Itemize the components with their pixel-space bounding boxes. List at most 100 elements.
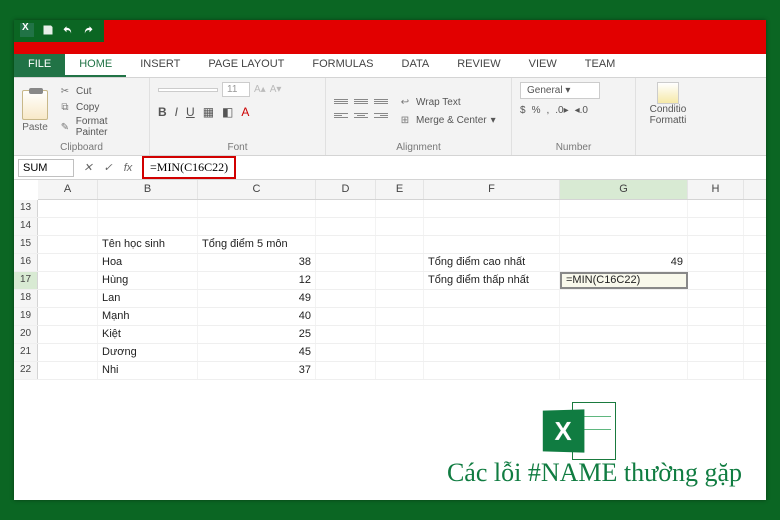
qat-save[interactable] (42, 24, 54, 36)
tab-file[interactable]: FILE (14, 54, 65, 77)
bold-button[interactable]: B (158, 105, 167, 119)
cut-button[interactable]: ✂Cut (58, 84, 141, 98)
cell-D21[interactable] (316, 344, 376, 361)
row-header[interactable]: 15 (14, 236, 38, 253)
cell-B14[interactable] (98, 218, 198, 235)
cell-B22[interactable]: Nhi (98, 362, 198, 379)
conditional-formatting-button[interactable]: Conditio Formatti (644, 82, 692, 126)
name-box[interactable] (18, 159, 74, 177)
cell-H17[interactable] (688, 272, 744, 289)
col-header-c[interactable]: C (198, 180, 316, 199)
row-header[interactable]: 19 (14, 308, 38, 325)
col-header-g[interactable]: G (560, 180, 688, 199)
accept-formula-icon[interactable]: ✓ (98, 161, 118, 174)
percent-button[interactable]: % (532, 105, 541, 116)
formula-input[interactable]: =MIN(C16C22) (150, 160, 228, 174)
cell-D19[interactable] (316, 308, 376, 325)
underline-button[interactable]: U (186, 105, 195, 119)
format-painter-button[interactable]: ✎Format Painter (58, 116, 141, 138)
cell-E14[interactable] (376, 218, 424, 235)
cell-E17[interactable] (376, 272, 424, 289)
font-family-select[interactable] (158, 88, 218, 92)
cell-E20[interactable] (376, 326, 424, 343)
cell-B18[interactable]: Lan (98, 290, 198, 307)
merge-center-button[interactable]: ⊞Merge & Center ▾ (398, 113, 496, 127)
cell-G21[interactable] (560, 344, 688, 361)
cell-F20[interactable] (424, 326, 560, 343)
fx-icon[interactable]: fx (118, 162, 138, 174)
cell-D20[interactable] (316, 326, 376, 343)
col-header-f[interactable]: F (424, 180, 560, 199)
cell-C21[interactable]: 45 (198, 344, 316, 361)
cell-A13[interactable] (38, 200, 98, 217)
cell-E19[interactable] (376, 308, 424, 325)
cell-B13[interactable] (98, 200, 198, 217)
font-size-select[interactable]: 11 (222, 82, 250, 97)
tab-home[interactable]: HOME (65, 54, 126, 77)
cell-E18[interactable] (376, 290, 424, 307)
align-center-icon[interactable] (354, 113, 368, 123)
cell-A15[interactable] (38, 236, 98, 253)
cell-A17[interactable] (38, 272, 98, 289)
cell-B19[interactable]: Mạnh (98, 308, 198, 325)
worksheet[interactable]: A B C D E F G H 131415Tên học sinhTổng đ… (14, 180, 766, 380)
cell-B21[interactable]: Dương (98, 344, 198, 361)
cell-A18[interactable] (38, 290, 98, 307)
col-header-b[interactable]: B (98, 180, 198, 199)
wrap-text-button[interactable]: ↩Wrap Text (398, 95, 496, 109)
col-header-a[interactable]: A (38, 180, 98, 199)
tab-formulas[interactable]: FORMULAS (298, 54, 387, 77)
increase-decimal-icon[interactable]: .0▸ (555, 105, 568, 116)
cell-G13[interactable] (560, 200, 688, 217)
cell-H22[interactable] (688, 362, 744, 379)
align-left-icon[interactable] (334, 113, 348, 123)
cell-C14[interactable] (198, 218, 316, 235)
col-header-h[interactable]: H (688, 180, 744, 199)
col-header-e[interactable]: E (376, 180, 424, 199)
cell-A19[interactable] (38, 308, 98, 325)
cell-A14[interactable] (38, 218, 98, 235)
align-top-icon[interactable] (334, 99, 348, 109)
col-header-d[interactable]: D (316, 180, 376, 199)
currency-button[interactable]: $ (520, 105, 526, 116)
decrease-decimal-icon[interactable]: ◂.0 (575, 105, 588, 116)
cell-E22[interactable] (376, 362, 424, 379)
align-middle-icon[interactable] (354, 99, 368, 109)
cell-H21[interactable] (688, 344, 744, 361)
cell-G17[interactable]: =MIN(C16C22)MIN(number1, [number2], ...) (560, 272, 688, 289)
cell-D14[interactable] (316, 218, 376, 235)
italic-button[interactable]: I (175, 105, 178, 119)
cell-F17[interactable]: Tổng điểm thấp nhất (424, 272, 560, 289)
cell-B16[interactable]: Hoa (98, 254, 198, 271)
cell-G15[interactable] (560, 236, 688, 253)
cell-C13[interactable] (198, 200, 316, 217)
copy-button[interactable]: ⧉Copy (58, 100, 141, 114)
cell-C22[interactable]: 37 (198, 362, 316, 379)
cell-G18[interactable] (560, 290, 688, 307)
row-header[interactable]: 22 (14, 362, 38, 379)
cell-D16[interactable] (316, 254, 376, 271)
cell-A16[interactable] (38, 254, 98, 271)
row-header[interactable]: 17 (14, 272, 38, 289)
row-header[interactable]: 13 (14, 200, 38, 217)
row-header[interactable]: 18 (14, 290, 38, 307)
cell-C19[interactable]: 40 (198, 308, 316, 325)
paste-button[interactable]: Paste (22, 90, 48, 133)
cell-H18[interactable] (688, 290, 744, 307)
tab-review[interactable]: REVIEW (443, 54, 514, 77)
qat-undo[interactable] (62, 24, 74, 36)
cell-E21[interactable] (376, 344, 424, 361)
cell-B15[interactable]: Tên học sinh (98, 236, 198, 253)
cell-G19[interactable] (560, 308, 688, 325)
tab-team[interactable]: TEAM (571, 54, 630, 77)
cell-F14[interactable] (424, 218, 560, 235)
cell-C15[interactable]: Tổng điểm 5 môn (198, 236, 316, 253)
cell-D22[interactable] (316, 362, 376, 379)
cell-A21[interactable] (38, 344, 98, 361)
font-color-button[interactable]: A (241, 105, 249, 119)
cell-D15[interactable] (316, 236, 376, 253)
row-header[interactable]: 16 (14, 254, 38, 271)
increase-font-icon[interactable]: A▴ (254, 84, 266, 95)
cell-H15[interactable] (688, 236, 744, 253)
align-bottom-icon[interactable] (374, 99, 388, 109)
